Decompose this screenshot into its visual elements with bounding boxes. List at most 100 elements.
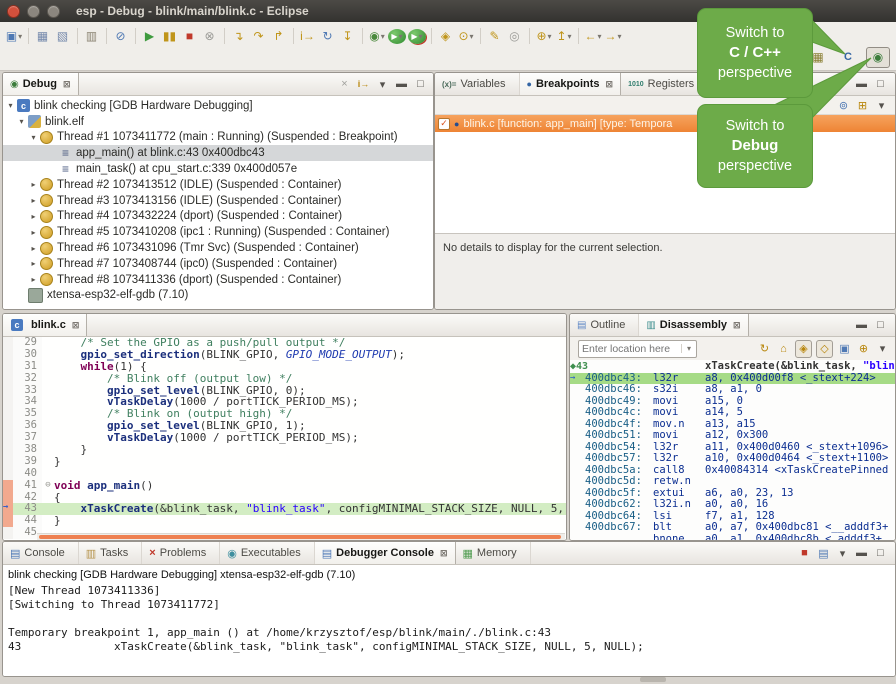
expand-arrow-icon[interactable]: ▸ [28, 275, 39, 284]
view-menu-icon[interactable]: ▾ [375, 76, 390, 92]
terminate-icon[interactable]: ■ [181, 27, 199, 45]
debug-tree-item[interactable]: ▾ Thread #1 1073411772 (main : Running) … [3, 130, 433, 146]
annotation-ruler[interactable] [3, 385, 13, 397]
toolbar-separator[interactable] [293, 28, 294, 44]
build-icon[interactable]: ▥ [83, 27, 101, 45]
skip-all-breakpoints-icon[interactable]: ⊘ [112, 27, 130, 45]
minimize-button[interactable] [27, 5, 40, 18]
close-icon[interactable]: ⊠ [606, 79, 614, 90]
tab-blink-c[interactable]: blink.c ⊠ [3, 314, 87, 336]
annotation-ruler[interactable] [3, 480, 13, 492]
expand-arrow-icon[interactable]: ▸ [28, 228, 39, 237]
close-icon[interactable]: ⊠ [63, 79, 71, 90]
annotation-ruler[interactable] [3, 408, 13, 420]
fold-marker-icon[interactable] [42, 420, 54, 432]
view-tab[interactable]: ▤ Outline [570, 314, 639, 336]
save-all-icon[interactable]: ▧ [54, 27, 72, 45]
fold-marker-icon[interactable] [42, 492, 54, 504]
annotation-ruler[interactable] [3, 337, 13, 349]
annotation-ruler[interactable] [3, 373, 13, 385]
back-icon[interactable]: ←▾ [584, 27, 602, 45]
fold-marker-icon[interactable] [42, 361, 54, 373]
drop-to-frame-icon[interactable]: ↧ [339, 27, 357, 45]
pin-view-icon[interactable]: ⊕ [856, 341, 871, 357]
location-dropdown-icon[interactable]: ▾ [681, 344, 696, 353]
code-editor[interactable]: 29 /* Set the GPIO as a push/pull output… [3, 337, 566, 540]
view-menu-icon[interactable]: ▾ [875, 341, 890, 357]
debug-icon[interactable]: ◉▾ [368, 27, 386, 45]
expand-arrow-icon[interactable]: ▸ [28, 212, 39, 221]
debug-tree-item[interactable]: ▸ Thread #5 1073410208 (ipc1 : Running) … [3, 224, 433, 240]
editor-hscrollbar[interactable] [37, 533, 565, 540]
close-icon[interactable]: ⊠ [72, 320, 80, 331]
mark-occurrences-icon[interactable]: ◎ [506, 27, 524, 45]
disconnect-icon[interactable]: ⊗ [201, 27, 219, 45]
tab-debug[interactable]: ◉ Debug ⊠ [3, 73, 79, 95]
step-into-icon[interactable]: ↴ [230, 27, 248, 45]
fold-marker-icon[interactable] [42, 349, 54, 361]
debug-tree-item[interactable]: ▾ blink checking [GDB Hardware Debugging… [3, 98, 433, 114]
debug-tree-item[interactable]: ▸ Thread #2 1073413512 (IDLE) (Suspended… [3, 177, 433, 193]
run-icon[interactable]: ▶▾ [388, 29, 406, 44]
annotation-ruler[interactable] [3, 420, 13, 432]
format-brush-icon[interactable]: ✎ [486, 27, 504, 45]
fold-marker-icon[interactable] [42, 432, 54, 444]
annotation-ruler[interactable] [3, 444, 13, 456]
expand-arrow-icon[interactable]: ▸ [28, 259, 39, 268]
cpp-perspective-button[interactable]: C [836, 47, 860, 68]
open-new-view-icon[interactable]: ▣ [837, 341, 852, 357]
fold-marker-icon[interactable] [42, 515, 54, 527]
toolbar-separator[interactable] [28, 28, 29, 44]
view-tab[interactable]: ▥ Disassembly ⊠ [639, 314, 748, 336]
instruction-stepping-icon[interactable]: i→ [299, 27, 317, 45]
breakpoint-row[interactable]: ✓ ● blink.c [function: app_main] [type: … [435, 115, 895, 132]
disassembly-listing[interactable]: ◆43 xTaskCreate(&blink_task, "blink_tas … [570, 360, 895, 540]
fold-marker-icon[interactable] [42, 503, 54, 515]
fold-marker-icon[interactable] [42, 444, 54, 456]
annotation-ruler[interactable]: → [3, 503, 13, 515]
breakpoint-checkbox[interactable]: ✓ [438, 118, 450, 130]
debug-tree-item[interactable]: ▸ Thread #7 1073408744 (ipc0) (Suspended… [3, 256, 433, 272]
debug-tree-item[interactable]: ▸ Thread #4 1073432224 (dport) (Suspende… [3, 209, 433, 225]
console-tab[interactable]: ▤ Console [3, 542, 79, 564]
maximize-icon[interactable]: □ [873, 76, 888, 92]
new-wizard-icon[interactable]: ▣▾ [5, 27, 23, 45]
scrollbar-thumb[interactable] [39, 535, 561, 539]
annotation-ruler[interactable] [3, 361, 13, 373]
debug-tree-item[interactable]: ▸ Thread #8 1073411336 (dport) (Suspende… [3, 272, 433, 288]
breakpoint-settings-icon[interactable]: ⊞ [855, 97, 870, 113]
disassembly-location-input[interactable] [579, 343, 681, 355]
fold-marker-icon[interactable] [42, 337, 54, 349]
display-selected-console-icon[interactable]: ▤ [816, 545, 831, 561]
minimize-icon[interactable]: ▬ [854, 545, 869, 561]
maximize-icon[interactable]: □ [873, 317, 888, 333]
annotation-ruler[interactable] [3, 349, 13, 361]
terminate-icon[interactable]: ■ [797, 545, 812, 561]
toolbar-separator[interactable] [529, 28, 530, 44]
pin-editor-icon[interactable]: ⊕▾ [535, 27, 553, 45]
debug-tree-item[interactable]: xtensa-esp32-elf-gdb (7.10) [3, 288, 433, 304]
toolbar-separator[interactable] [77, 28, 78, 44]
suspend-icon[interactable]: ▮▮ [161, 27, 179, 45]
search-icon[interactable]: ⊙▾ [457, 27, 475, 45]
debug-tree-item[interactable]: main_task() at cpu_start.c:339 0x400d057… [3, 161, 433, 177]
toolbar-separator[interactable] [480, 28, 481, 44]
toolbar-separator[interactable] [431, 28, 432, 44]
annotation-ruler[interactable] [3, 468, 13, 480]
fold-marker-icon[interactable] [42, 373, 54, 385]
close-icon[interactable]: ⊠ [440, 548, 448, 559]
annotation-ruler[interactable] [3, 527, 13, 539]
expand-arrow-icon[interactable]: ▸ [28, 196, 39, 205]
toolbar-separator[interactable] [135, 28, 136, 44]
view-tab[interactable]: 1010 Registers [621, 73, 708, 95]
console-dropdown-icon[interactable]: ▾ [835, 545, 850, 561]
open-type-icon[interactable]: ◈ [437, 27, 455, 45]
step-over-icon[interactable]: ↷ [250, 27, 268, 45]
toolbar-separator[interactable] [224, 28, 225, 44]
expand-arrow-icon[interactable]: ▸ [28, 244, 39, 253]
sash-grip[interactable] [640, 677, 666, 682]
expand-arrow-icon[interactable]: ▸ [28, 180, 39, 189]
debug-perspective-button[interactable]: ◉ [866, 47, 890, 68]
instruction-step-mode-icon[interactable]: i→ [356, 76, 371, 92]
link-active-context-icon[interactable]: ◈ [795, 340, 812, 358]
